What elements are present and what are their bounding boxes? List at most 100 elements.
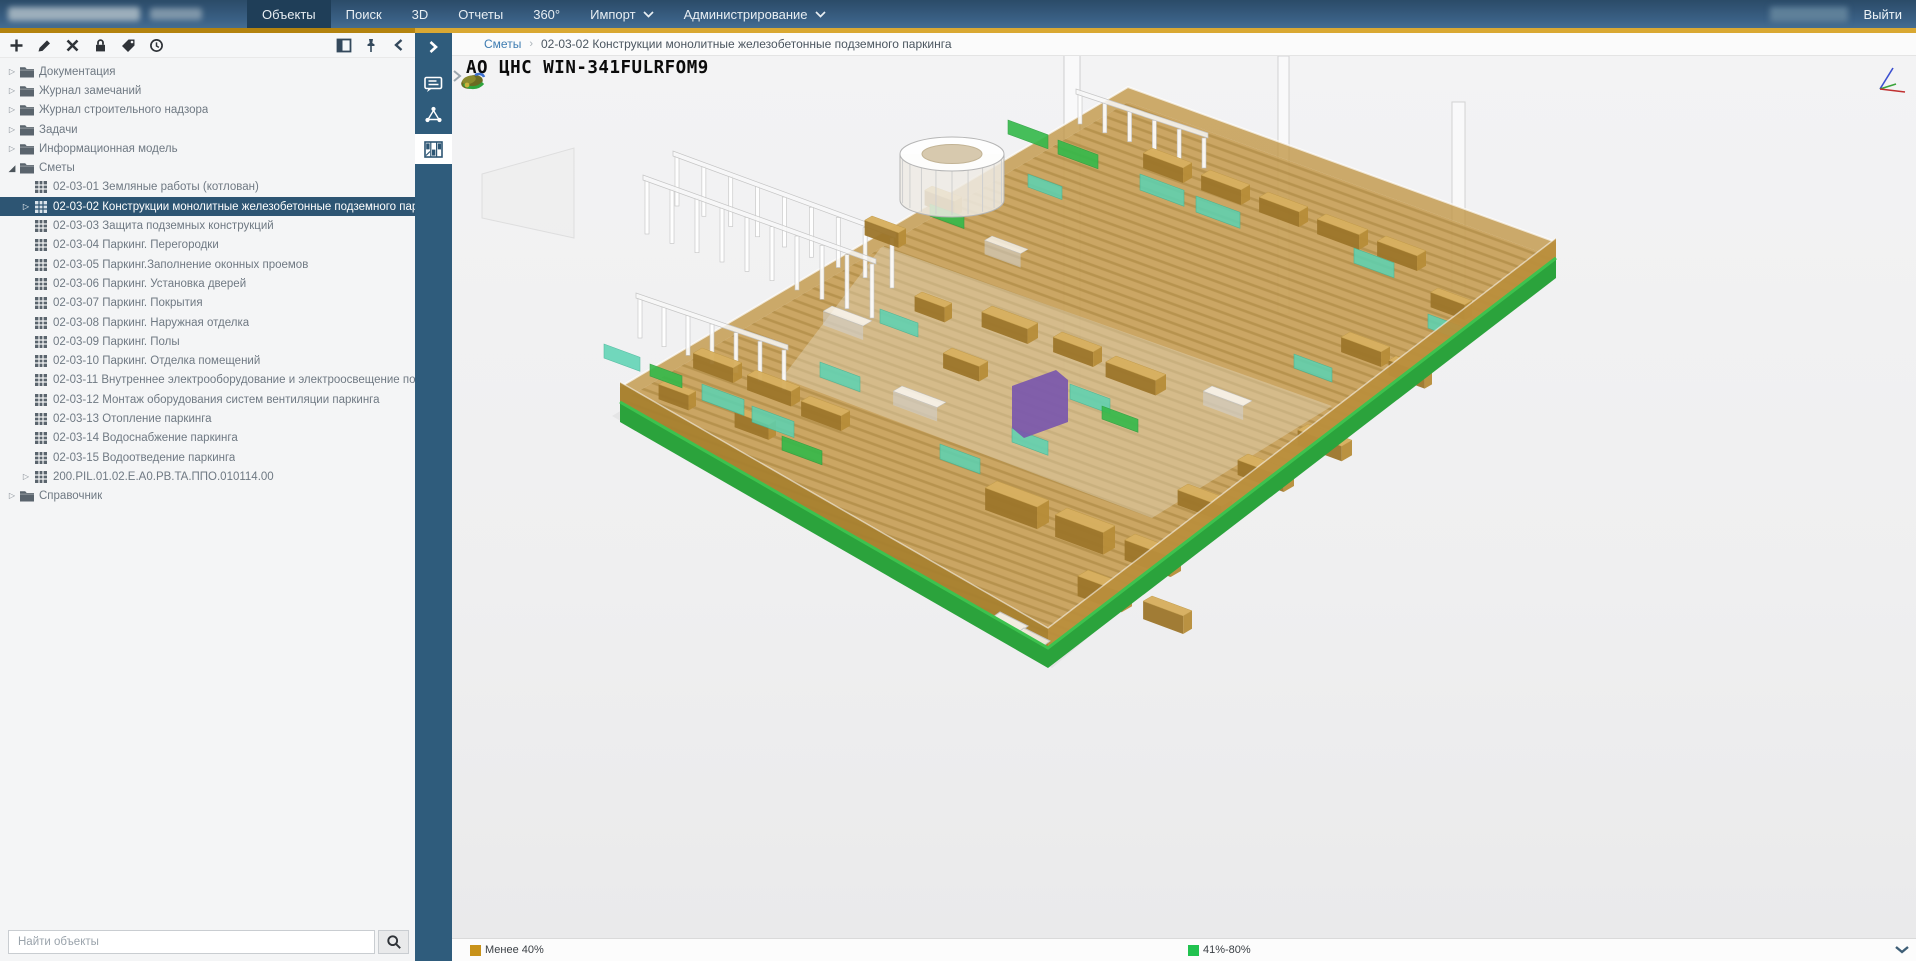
tree-item[interactable]: ▷Журнал строительного надзора: [0, 101, 415, 120]
table-icon: [34, 297, 48, 309]
comments-icon[interactable]: [415, 75, 452, 93]
logout-button[interactable]: Выйти: [1864, 7, 1903, 22]
logo-blur-block: [8, 7, 140, 21]
sidebar-toolbar: [0, 33, 415, 58]
tree-expand-icon[interactable]: ▷: [5, 126, 19, 134]
tag-icon[interactable]: [120, 37, 136, 53]
breadcrumb-root-link[interactable]: Сметы: [484, 37, 521, 51]
tree-item[interactable]: ▷200.PIL.01.02.E.A0.PB.TA.ППО.010114.00: [0, 467, 415, 486]
3d-orientation-icon[interactable]: [458, 68, 492, 99]
tree-item-label: Задачи: [39, 124, 78, 136]
tree-expand-icon[interactable]: ▷: [5, 492, 19, 500]
chevron-right-icon[interactable]: [415, 40, 452, 54]
tree-item-selected[interactable]: ▷ 02-03-02 Конструкции монолитные железоб…: [0, 197, 415, 216]
axis-gizmo-icon[interactable]: [1872, 65, 1908, 100]
tree-item-label: 02-03-03 Защита подземных конструкций: [53, 220, 274, 232]
model-graph-icon[interactable]: [415, 105, 452, 123]
tree-item[interactable]: 02-03-10 Паркинг. Отделка помещений: [0, 351, 415, 370]
table-icon: [34, 471, 48, 483]
tree-expand-icon[interactable]: ▷: [5, 68, 19, 76]
nav-tab[interactable]: Импорт: [575, 0, 668, 28]
tree-item-label: 02-03-15 Водоотведение паркинга: [53, 452, 235, 464]
nav-tab[interactable]: 3D: [397, 0, 444, 28]
tree-item[interactable]: 02-03-06 Паркинг. Установка дверей: [0, 274, 415, 293]
tree-item[interactable]: 02-03-04 Паркинг. Перегородки: [0, 236, 415, 255]
search-row: [0, 930, 415, 961]
main-panel: Сметы › 02-03-02 Конструкции монолитные …: [452, 33, 1916, 961]
table-icon: [34, 432, 48, 444]
nav-tab-label: 360°: [533, 7, 560, 22]
tree-expand-icon[interactable]: ▷: [5, 87, 19, 95]
pin-icon[interactable]: [363, 37, 379, 53]
tree-item-label: 02-03-01 Земляные работы (котлован): [53, 181, 259, 193]
nav-tab[interactable]: 360°: [518, 0, 575, 28]
breadcrumb-separator: ›: [529, 38, 533, 50]
folder-icon: [20, 143, 34, 155]
chevron-down-icon: [643, 11, 654, 18]
breadcrumb: Сметы › 02-03-02 Конструкции монолитные …: [452, 33, 1916, 56]
tree-item[interactable]: 02-03-11 Внутреннее электрооборудование …: [0, 371, 415, 390]
tree-expand-icon[interactable]: ▷: [5, 145, 19, 153]
tree-item[interactable]: 02-03-07 Паркинг. Покрытия: [0, 294, 415, 313]
tree-item-label: 02-03-13 Отопление паркинга: [53, 413, 212, 425]
tree-item[interactable]: ▷ Задачи: [0, 120, 415, 139]
tree-item[interactable]: 02-03-12 Монтаж оборудования систем вент…: [0, 390, 415, 409]
tree-item[interactable]: 02-03-03 Защита подземных конструкций: [0, 216, 415, 235]
nav-tab-label: Импорт: [590, 7, 635, 22]
panel-toggle-icon[interactable]: [336, 37, 352, 53]
tree-item[interactable]: ◢ Сметы: [0, 158, 415, 177]
legend-item: Менее 40%: [470, 944, 544, 956]
tree-item[interactable]: ▷ Справочник: [0, 487, 415, 506]
nav-tab[interactable]: Объекты: [247, 0, 331, 28]
pencil-icon[interactable]: [36, 37, 52, 53]
tree-expand-icon[interactable]: ▷: [5, 106, 19, 114]
gantt-grid-icon[interactable]: [415, 134, 452, 164]
tree-item-label: 02-03-05 Паркинг.Заполнение оконных прое…: [53, 259, 308, 271]
tree-item[interactable]: 02-03-13 Отопление паркинга: [0, 409, 415, 428]
top-navigation-bar: ОбъектыПоиск 3D Отчеты 360° Импорт Администри…: [0, 0, 1916, 28]
tree-expand-icon[interactable]: ▷: [19, 203, 33, 211]
tree-item[interactable]: 02-03-08 Паркинг. Наружная отделка: [0, 313, 415, 332]
tree-item[interactable]: ▷Журнал замечаний: [0, 81, 415, 100]
nav-tab[interactable]: Отчеты: [443, 0, 518, 28]
tree-item[interactable]: ▷Информационная модель: [0, 139, 415, 158]
tree-item-label: 02-03-09 Паркинг. Полы: [53, 336, 180, 348]
plus-icon[interactable]: [8, 37, 24, 53]
3d-model[interactable]: [452, 56, 1916, 938]
tree-item[interactable]: 02-03-14 Водоснабжение паркинга: [0, 429, 415, 448]
search-input[interactable]: [8, 930, 375, 954]
tree-item[interactable]: 02-03-05 Паркинг.Заполнение оконных прое…: [0, 255, 415, 274]
nav-tab[interactable]: Поиск: [331, 0, 397, 28]
clock-icon[interactable]: [148, 37, 164, 53]
table-icon: [34, 394, 48, 406]
nav-tab[interactable]: Администрирование: [669, 0, 841, 28]
tree-item[interactable]: 02-03-09 Паркинг. Полы: [0, 332, 415, 351]
tree-item-label: 02-03-14 Водоснабжение паркинга: [53, 432, 238, 444]
tree-item-label: Сметы: [39, 162, 75, 174]
nav-tabs: ОбъектыПоиск 3D Отчеты 360° Импорт Администри…: [247, 0, 841, 28]
tree-item-label: 02-03-08 Паркинг. Наружная отделка: [53, 317, 249, 329]
legend-item: 41%-80%: [1188, 944, 1251, 956]
tool-rail: [415, 33, 452, 961]
legend-bar: Менее 40% 41%-80%: [452, 938, 1916, 961]
tree-item-label: Справочник: [39, 490, 102, 502]
logo-blur-block: [150, 8, 202, 20]
table-icon: [34, 259, 48, 271]
license-watermark: АО ЦНС WIN-341FULRFOM9: [466, 58, 709, 78]
scroll-down-icon[interactable]: [1895, 941, 1909, 959]
tree-item[interactable]: 02-03-01 Земляные работы (котлован): [0, 178, 415, 197]
lock-icon[interactable]: [92, 37, 108, 53]
nav-tab-label: 3D: [412, 7, 429, 22]
tree-item-label: 02-03-02 Конструкции монолитные железобе…: [53, 201, 415, 213]
tree-item[interactable]: ▷Документация: [0, 62, 415, 81]
collapse-left-icon[interactable]: [390, 37, 406, 53]
cross-icon[interactable]: [64, 37, 80, 53]
tree-item-label: 02-03-04 Паркинг. Перегородки: [53, 239, 219, 251]
tree-collapse-icon[interactable]: ◢: [5, 164, 19, 173]
tree-expand-icon[interactable]: ▷: [19, 473, 33, 481]
tree-item[interactable]: 02-03-15 Водоотведение паркинга: [0, 448, 415, 467]
search-button[interactable]: [378, 930, 409, 954]
table-icon: [34, 452, 48, 464]
model-viewport[interactable]: АО ЦНС WIN-341FULRFOM9: [452, 56, 1916, 938]
legend-color-swatch: [470, 945, 481, 956]
